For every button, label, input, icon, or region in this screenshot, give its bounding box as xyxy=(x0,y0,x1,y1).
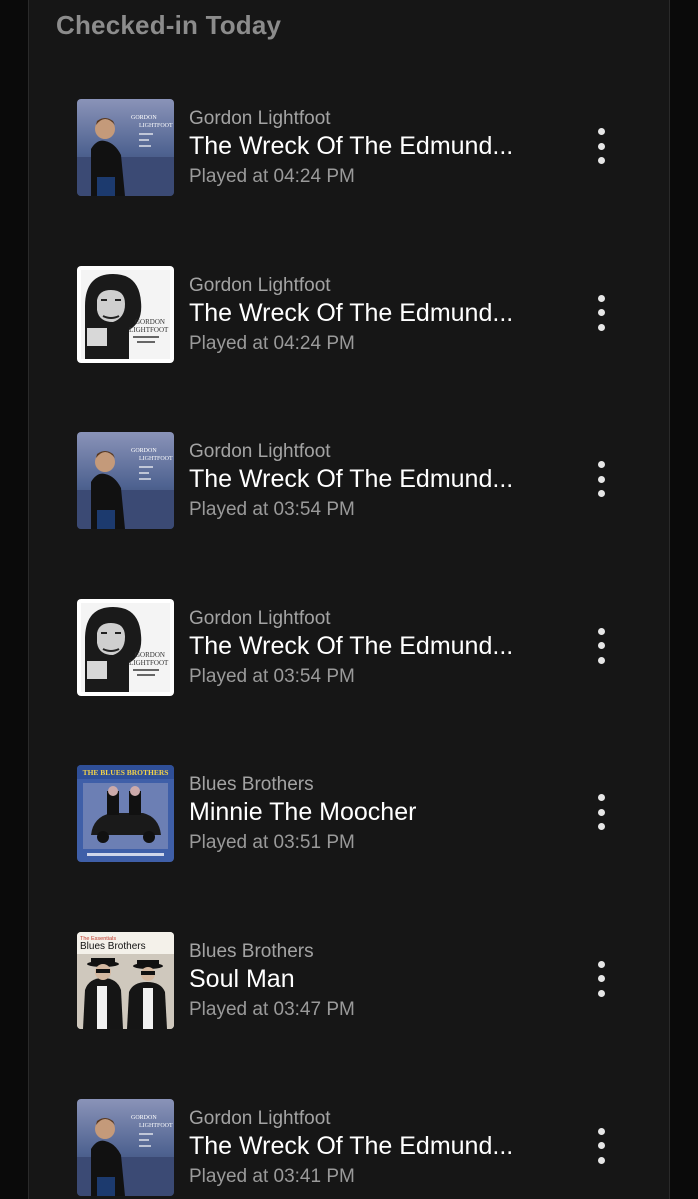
album-art: The Essentials Blues Brothers xyxy=(77,931,174,1029)
more-vertical-icon-dot xyxy=(597,808,605,816)
more-vertical-icon-dot xyxy=(597,656,605,664)
track-title: The Wreck Of The Edmund... xyxy=(189,465,514,494)
album-art-text: GORDON xyxy=(131,448,157,454)
album-art-text: Blues Brothers xyxy=(80,941,146,952)
more-vertical-icon xyxy=(597,128,605,135)
artist-name: Gordon Lightfoot xyxy=(189,441,331,463)
album-art: GORDON LIGHTFOOT xyxy=(77,1098,174,1196)
more-vertical-icon-dot xyxy=(597,975,605,983)
track-title: Minnie The Moocher xyxy=(189,798,417,827)
artist-name: Gordon Lightfoot xyxy=(189,274,331,296)
album-art-text: THE BLUES BROTHERS xyxy=(83,768,169,777)
more-vertical-icon xyxy=(597,960,605,968)
played-time: Played at 03:47 PM xyxy=(189,998,355,1020)
album-art: GORDON LIGHTFOOT xyxy=(77,598,174,696)
more-options-button[interactable] xyxy=(585,624,617,668)
album-art-text: GORDON xyxy=(131,1115,157,1121)
album-art-text: GORDON xyxy=(135,651,165,659)
album-art: THE BLUES BROTHERS xyxy=(77,765,174,863)
played-time: Played at 04:24 PM xyxy=(189,332,355,354)
more-vertical-icon xyxy=(597,627,605,635)
album-art: GORDON LIGHTFOOT xyxy=(77,265,174,363)
track-title: The Wreck Of The Edmund... xyxy=(189,132,514,160)
more-vertical-icon xyxy=(597,461,605,469)
artist-name: Blues Brothers xyxy=(189,774,314,796)
more-vertical-icon-dot xyxy=(597,1156,605,1164)
album-art-text: GORDON xyxy=(135,318,165,326)
more-options-button[interactable] xyxy=(585,457,617,501)
section-title: Checked-in Today xyxy=(56,10,282,40)
more-vertical-icon-dot xyxy=(597,323,605,331)
more-vertical-icon-dot xyxy=(597,157,605,164)
list-item[interactable]: GORDON LIGHTFOOT Gordon Lightfoot The Wr… xyxy=(29,584,669,751)
list-item[interactable]: GORDON LIGHTFOOT Gordon Lightfoot The Wr… xyxy=(29,84,669,251)
more-options-button[interactable] xyxy=(585,790,617,834)
more-vertical-icon xyxy=(597,1127,605,1135)
album-art-text: LIGHTFOOT xyxy=(129,659,169,667)
track-title: The Wreck Of The Edmund... xyxy=(189,1131,514,1160)
artist-name: Gordon Lightfoot xyxy=(189,108,331,129)
album-art-text: GORDON xyxy=(131,115,157,121)
more-vertical-icon xyxy=(597,794,605,802)
album-art-text: LIGHTFOOT xyxy=(139,123,173,129)
album-art: GORDON LIGHTFOOT xyxy=(77,99,174,196)
checked-in-panel: Checked-in Today GORDON LIGHTFOOT Gordon… xyxy=(28,0,670,1199)
more-options-button[interactable] xyxy=(585,291,617,335)
more-vertical-icon xyxy=(597,294,605,302)
track-title: The Wreck Of The Edmund... xyxy=(189,631,514,660)
artist-name: Blues Brothers xyxy=(189,940,314,962)
album-art-text: LIGHTFOOT xyxy=(139,456,173,462)
more-vertical-icon-dot xyxy=(597,475,605,483)
artist-name: Gordon Lightfoot xyxy=(189,607,331,629)
more-options-button[interactable] xyxy=(585,1124,617,1168)
list-item[interactable]: The Essentials Blues Brothers Blues Brot… xyxy=(29,917,669,1084)
played-time: Played at 03:41 PM xyxy=(189,1165,355,1187)
album-art-text: LIGHTFOOT xyxy=(129,326,169,334)
track-title: The Wreck Of The Edmund... xyxy=(189,298,514,327)
play-history-list: GORDON LIGHTFOOT Gordon Lightfoot The Wr… xyxy=(29,84,669,1199)
more-vertical-icon-dot xyxy=(597,309,605,317)
played-time: Played at 04:24 PM xyxy=(189,166,355,187)
more-vertical-icon-dot xyxy=(597,823,605,831)
more-vertical-icon-dot xyxy=(597,490,605,498)
more-vertical-icon-dot xyxy=(597,642,605,650)
list-item[interactable]: GORDON LIGHTFOOT Gordon Lightfoot The Wr… xyxy=(29,251,669,418)
list-item[interactable]: GORDON LIGHTFOOT Gordon Lightfoot The Wr… xyxy=(29,1084,669,1199)
album-art-text: LIGHTFOOT xyxy=(139,1123,173,1129)
more-vertical-icon-dot xyxy=(597,989,605,997)
album-art: GORDON LIGHTFOOT xyxy=(77,432,174,530)
played-time: Played at 03:54 PM xyxy=(189,665,355,687)
played-time: Played at 03:51 PM xyxy=(189,832,355,854)
more-options-button[interactable] xyxy=(585,124,617,168)
more-vertical-icon-dot xyxy=(597,142,605,150)
more-vertical-icon-dot xyxy=(597,1142,605,1150)
more-options-button[interactable] xyxy=(585,957,617,1001)
list-item[interactable]: THE BLUES BROTHERS Blues Brothers Minnie… xyxy=(29,750,669,917)
list-item[interactable]: GORDON LIGHTFOOT Gordon Lightfoot The Wr… xyxy=(29,417,669,584)
track-title: Soul Man xyxy=(189,964,295,993)
played-time: Played at 03:54 PM xyxy=(189,499,355,521)
artist-name: Gordon Lightfoot xyxy=(189,1107,331,1129)
